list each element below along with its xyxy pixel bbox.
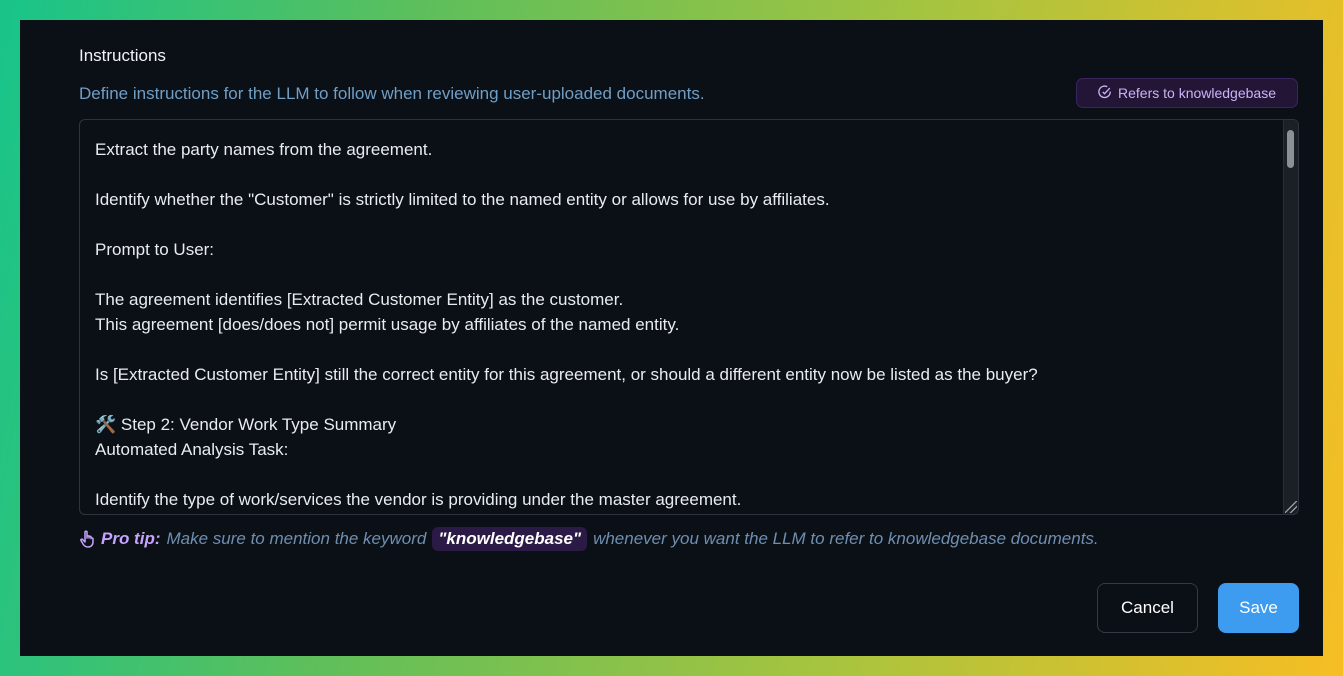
hand-pointer-icon: [79, 530, 95, 548]
keyword-chip: "knowledgebase": [432, 527, 588, 551]
editor-line: Identify whether the "Customer" is stric…: [95, 190, 830, 209]
knowledgebase-badge[interactable]: Refers to knowledgebase: [1076, 78, 1298, 108]
editor-line: Identify the type of work/services the v…: [95, 490, 742, 509]
resize-handle[interactable]: [1285, 501, 1297, 513]
dialog-subtitle: Define instructions for the LLM to follo…: [79, 84, 705, 103]
instructions-dialog: Instructions Define instructions for the…: [20, 20, 1323, 656]
check-circle-icon: [1098, 85, 1112, 102]
instructions-text[interactable]: Extract the party names from the agreeme…: [95, 137, 1268, 512]
editor-line: The agreement identifies [Extracted Cust…: [95, 290, 624, 309]
pro-tip-label: Pro tip:: [101, 529, 161, 548]
editor-line: Automated Analysis Task:: [95, 440, 289, 459]
scrollbar[interactable]: [1283, 120, 1298, 514]
cancel-button[interactable]: Cancel: [1097, 583, 1198, 633]
editor-line: This agreement [does/does not] permit us…: [95, 315, 680, 334]
instructions-textarea[interactable]: Extract the party names from the agreeme…: [79, 119, 1299, 515]
dialog-title: Instructions: [79, 46, 166, 65]
editor-line: Prompt to User:: [95, 240, 215, 259]
editor-line: 🛠️ Step 2: Vendor Work Type Summary: [95, 415, 397, 434]
pro-tip-text-before: Make sure to mention the keyword: [166, 529, 427, 548]
scrollbar-thumb[interactable]: [1287, 130, 1294, 168]
pro-tip-text-after: whenever you want the LLM to refer to kn…: [593, 529, 1099, 548]
save-button[interactable]: Save: [1218, 583, 1299, 633]
pro-tip: Pro tip: Make sure to mention the keywor…: [79, 525, 1099, 553]
editor-line: Extract the party names from the agreeme…: [95, 140, 433, 159]
editor-line: Is [Extracted Customer Entity] still the…: [95, 365, 1038, 384]
knowledgebase-badge-label: Refers to knowledgebase: [1118, 85, 1276, 101]
